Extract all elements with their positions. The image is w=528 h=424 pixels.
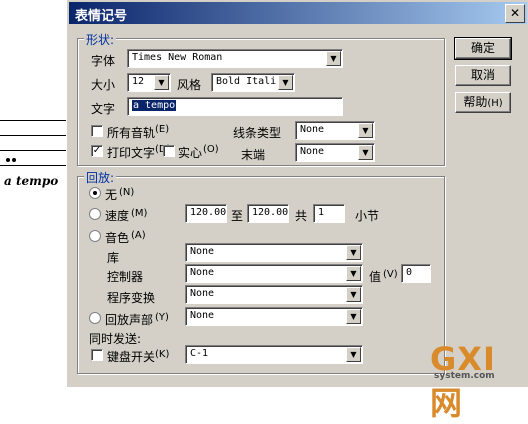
dropdown-arrow-icon[interactable]: ▼ bbox=[346, 287, 361, 302]
none-radio[interactable] bbox=[89, 187, 101, 199]
keyswitch-value: C-1 bbox=[190, 348, 209, 359]
dropdown-arrow-icon[interactable]: ▼ bbox=[278, 75, 293, 90]
end-select[interactable]: None ▼ bbox=[295, 143, 375, 162]
dropdown-arrow-icon[interactable]: ▼ bbox=[346, 309, 361, 324]
line-type-select[interactable]: None ▼ bbox=[295, 121, 375, 140]
font-value: Times New Roman bbox=[132, 52, 223, 63]
keyswitch-select[interactable]: C-1 ▼ bbox=[185, 345, 363, 364]
dropdown-arrow-icon[interactable]: ▼ bbox=[358, 145, 373, 160]
shape-legend: 形状: bbox=[84, 31, 117, 48]
expression-text-value: a tempo bbox=[132, 100, 177, 111]
total-label: 共 bbox=[295, 209, 308, 223]
library-label: 库 bbox=[107, 251, 120, 265]
controller-label: 控制器 bbox=[107, 270, 144, 284]
style-value: Bold Itali bbox=[216, 76, 277, 87]
solid-checkbox[interactable] bbox=[163, 145, 175, 157]
controller-amount-value: 0 bbox=[406, 267, 413, 278]
voice-shortcut: (Y) bbox=[155, 312, 169, 323]
all-tracks-label: 所有音轨 bbox=[107, 126, 156, 140]
program-select[interactable]: None ▼ bbox=[185, 285, 363, 304]
voice-select[interactable]: None ▼ bbox=[185, 307, 363, 326]
size-select[interactable]: 12 ▼ bbox=[127, 73, 171, 92]
dropdown-arrow-icon[interactable]: ▼ bbox=[346, 245, 361, 260]
end-value: None bbox=[300, 146, 325, 157]
playback-legend: 回放: bbox=[84, 169, 117, 186]
keyswitch-shortcut: (K) bbox=[155, 349, 170, 360]
voice-value: None bbox=[190, 310, 215, 321]
keyswitch-checkbox[interactable] bbox=[91, 349, 103, 361]
solid-label: 实心 bbox=[178, 146, 203, 160]
note-dot bbox=[6, 158, 10, 162]
help-button[interactable]: 帮助(H) bbox=[455, 92, 511, 113]
none-label: 无 bbox=[105, 188, 118, 202]
line-type-value: None bbox=[300, 124, 325, 135]
staff-line bbox=[0, 150, 70, 151]
timbre-shortcut: (A) bbox=[131, 230, 146, 241]
watermark-logo: GXI网 system.com bbox=[428, 340, 524, 422]
style-label: 风格 bbox=[177, 78, 202, 92]
dialog-title: 表情记号 bbox=[75, 9, 128, 24]
size-label: 大小 bbox=[91, 78, 116, 92]
all-tracks-checkbox[interactable] bbox=[91, 125, 103, 137]
dropdown-arrow-icon[interactable]: ▼ bbox=[346, 266, 361, 281]
library-select[interactable]: None ▼ bbox=[185, 243, 363, 262]
to-label: 至 bbox=[231, 209, 244, 223]
text-label: 文字 bbox=[91, 102, 116, 116]
keyswitch-label: 键盘开关 bbox=[107, 350, 156, 364]
print-text-checkbox[interactable]: ✓ bbox=[91, 145, 103, 157]
timbre-radio[interactable] bbox=[89, 230, 101, 242]
none-shortcut: (N) bbox=[119, 187, 135, 198]
speed-to-value: 120.00 bbox=[252, 207, 289, 218]
controller-select[interactable]: None ▼ bbox=[185, 264, 363, 283]
library-value: None bbox=[190, 246, 215, 257]
dropdown-arrow-icon[interactable]: ▼ bbox=[326, 51, 341, 66]
font-label: 字体 bbox=[91, 54, 116, 68]
speed-to-input[interactable]: 120.00 bbox=[247, 204, 289, 223]
print-text-label: 打印文字 bbox=[107, 146, 156, 160]
expression-text-input[interactable]: a tempo bbox=[127, 97, 343, 116]
title-bar: 表情记号 ✕ bbox=[69, 2, 527, 24]
style-select[interactable]: Bold Itali ▼ bbox=[211, 73, 295, 92]
font-select[interactable]: Times New Roman ▼ bbox=[127, 49, 343, 68]
value-label: 值 bbox=[369, 270, 382, 284]
speed-from-value: 120.00 bbox=[190, 207, 227, 218]
note-dot bbox=[12, 158, 16, 162]
value-shortcut: (V) bbox=[383, 269, 398, 280]
dropdown-arrow-icon[interactable]: ▼ bbox=[358, 123, 373, 138]
close-button[interactable]: ✕ bbox=[505, 4, 525, 23]
cancel-button[interactable]: 取消 bbox=[455, 65, 511, 86]
controller-amount-input[interactable]: 0 bbox=[401, 264, 431, 283]
speed-label: 速度 bbox=[105, 209, 130, 223]
watermark-site: system.com bbox=[434, 371, 495, 381]
timbre-label: 音色 bbox=[105, 231, 130, 245]
measures-value: 1 bbox=[318, 207, 325, 218]
speed-radio[interactable] bbox=[89, 208, 101, 220]
end-label: 末端 bbox=[241, 148, 266, 162]
tempo-marking: a tempo bbox=[4, 174, 59, 188]
line-type-label: 线条类型 bbox=[233, 126, 282, 140]
staff-line bbox=[0, 120, 70, 121]
watermark-brand: GXI网 bbox=[430, 340, 496, 422]
controller-value: None bbox=[190, 267, 215, 278]
voice-radio[interactable] bbox=[89, 312, 101, 324]
program-label: 程序变换 bbox=[107, 291, 156, 305]
all-tracks-shortcut: (E) bbox=[155, 124, 170, 135]
speed-shortcut: (M) bbox=[131, 208, 148, 219]
expression-dialog: 表情记号 ✕ 形状: 字体 Times New Roman ▼ 大小 12 ▼ … bbox=[66, 0, 528, 387]
staff-line bbox=[0, 165, 70, 166]
staff-line bbox=[0, 135, 70, 136]
dropdown-arrow-icon[interactable]: ▼ bbox=[154, 75, 169, 90]
help-shortcut: (H) bbox=[487, 98, 503, 109]
measures-input[interactable]: 1 bbox=[313, 204, 345, 223]
size-value: 12 bbox=[132, 76, 145, 87]
simultaneous-label: 同时发送: bbox=[89, 332, 142, 346]
voice-label: 回放声部 bbox=[105, 313, 154, 327]
help-button-label: 帮助 bbox=[463, 95, 488, 109]
program-value: None bbox=[190, 288, 215, 299]
ok-button[interactable]: 确定 bbox=[454, 37, 512, 60]
solid-shortcut: (O) bbox=[203, 144, 219, 155]
dropdown-arrow-icon[interactable]: ▼ bbox=[346, 347, 361, 362]
speed-from-input[interactable]: 120.00 bbox=[185, 204, 227, 223]
measures-label: 小节 bbox=[355, 209, 380, 223]
